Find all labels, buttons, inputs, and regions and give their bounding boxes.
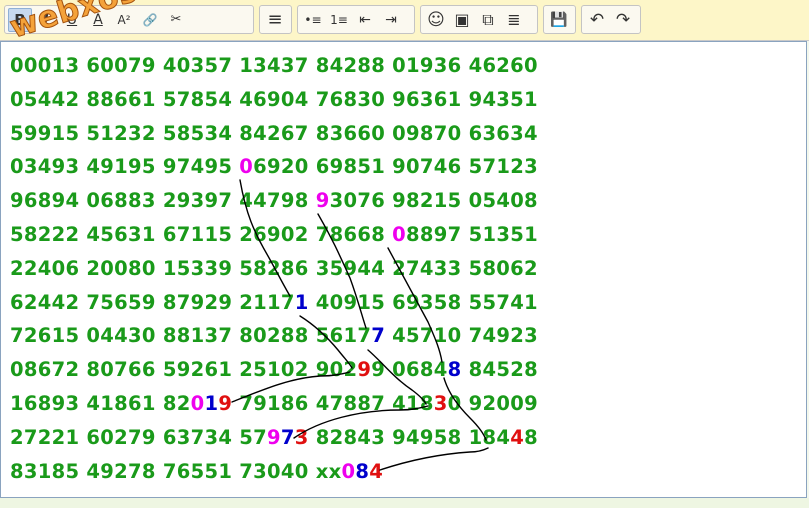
highlighted-digit: 3 [294, 425, 309, 449]
number-segment: 59915 51232 58534 84267 83660 09870 6363… [10, 121, 538, 145]
number-line: 62442 75659 87929 21171 40915 69358 5574… [10, 291, 538, 325]
bullet-list-icon[interactable]: •≡ [301, 8, 325, 32]
link-glyph: 🔗 [142, 12, 158, 27]
highlighted-digit: 8 [355, 459, 370, 483]
image-glyph: ▣ [454, 10, 470, 29]
numbered-list-icon[interactable]: 1≡ [327, 8, 351, 32]
number-segment: 45710 74923 [385, 324, 538, 348]
lists-group: •≡ 1≡ ⇤ ⇥ [297, 5, 415, 34]
number-segment: 40915 69358 55741 [308, 290, 538, 314]
highlighted-digit: 4 [510, 425, 525, 449]
smiley-icon[interactable]: ☺ [424, 8, 448, 32]
number-line: 59915 51232 58534 84267 83660 09870 6363… [10, 122, 538, 156]
save-group: 💾 [543, 5, 576, 34]
indent-glyph: ⇥ [385, 11, 397, 28]
number-segment: 9 0684 [371, 358, 448, 382]
highlighted-digit: 4 [369, 459, 384, 483]
highlighted-digit: 7 [280, 425, 295, 449]
number-line: 22406 20080 15339 58286 35944 27433 5806… [10, 257, 538, 291]
number-segment: 62442 75659 87929 2117 [10, 290, 295, 314]
number-line: 03493 49195 97495 06920 69851 90746 5712… [10, 155, 538, 189]
page-glyph: ≣ [507, 10, 521, 29]
number-segment: 00013 60079 40357 13437 84288 01936 4626… [10, 54, 538, 77]
outdent-glyph: ⇤ [359, 11, 371, 28]
highlighted-digit: 0 [239, 155, 254, 179]
outdent-icon[interactable]: ⇤ [353, 8, 377, 32]
highlighted-digit: 1 [204, 392, 219, 415]
align-left-icon[interactable]: ≡ [263, 8, 287, 32]
number-segment: 27221 60279 63734 57 [10, 425, 268, 449]
highlighted-digit: 3 [433, 392, 448, 415]
insert-group: ☺ ▣ ⧉ ≣ [420, 5, 538, 34]
gallery-glyph: ⧉ [482, 9, 494, 29]
number-segment: 0 92009 [447, 392, 538, 415]
unlink-glyph: ✂ [170, 12, 182, 27]
number-line: 05442 88661 57854 46904 76830 96361 9435… [10, 88, 538, 122]
page-icon[interactable]: ≣ [502, 8, 526, 32]
number-line: 27221 60279 63734 57973 82843 94958 1844… [10, 426, 538, 460]
number-segment: 16893 41861 82 [10, 392, 191, 415]
save-icon[interactable]: 💾 [547, 8, 571, 32]
number-segment: 72615 04430 88137 80288 5617 [10, 324, 372, 348]
align-group: ≡ [259, 5, 292, 34]
number-line: 72615 04430 88137 80288 56177 45710 7492… [10, 324, 538, 358]
image-icon[interactable]: ▣ [450, 8, 474, 32]
undo-glyph: ↶ [589, 9, 605, 30]
number-segment: 96894 06883 29397 44798 [10, 189, 316, 213]
number-line: 96894 06883 29397 44798 93076 98215 0540… [10, 189, 538, 223]
numbered-list-glyph: 1≡ [330, 12, 348, 27]
bullet-list-glyph: •≡ [304, 12, 322, 27]
highlighted-digit: 0 [190, 392, 205, 415]
number-line: 83185 49278 76551 73040 xx084 [10, 460, 383, 494]
highlighted-digit: 8 [447, 358, 462, 382]
highlighted-digit: 7 [371, 324, 386, 348]
align-left-glyph: ≡ [267, 9, 283, 30]
number-segment: 3076 98215 05408 [329, 189, 538, 213]
number-segment: 8897 51351 [406, 223, 538, 246]
highlighted-digit: 1 [294, 290, 309, 314]
history-group: ↶ ↷ [581, 5, 641, 34]
indent-icon[interactable]: ⇥ [379, 8, 403, 32]
redo-glyph: ↷ [615, 9, 631, 30]
number-segment: 82843 94958 184 [308, 425, 511, 449]
number-segment: 84528 [461, 358, 538, 382]
font-size-glyph: A² [117, 12, 131, 27]
number-line: 16893 41861 82019 79186 47887 41830 9200… [10, 392, 538, 426]
number-segment: 6920 69851 90746 57123 [253, 155, 538, 179]
save-glyph: 💾 [550, 11, 568, 28]
bottom-bar [0, 498, 809, 508]
number-segment: 08672 80766 59261 25102 902 [10, 358, 358, 382]
highlighted-digit: 9 [315, 189, 330, 213]
number-line: 00013 60079 40357 13437 84288 01936 4626… [10, 54, 538, 88]
smiley-glyph: ☺ [427, 9, 445, 30]
number-segment: 79186 47887 418 [232, 392, 434, 415]
highlighted-digit: 9 [267, 425, 281, 449]
highlighted-digit: 9 [357, 358, 372, 382]
highlighted-digit: 9 [218, 392, 233, 415]
gallery-icon[interactable]: ⧉ [476, 8, 500, 32]
number-segment: 03493 49195 97495 [10, 155, 240, 179]
highlighted-digit: 0 [392, 223, 407, 246]
number-segment: 83185 49278 76551 73040 xx [10, 459, 342, 483]
number-line: 08672 80766 59261 25102 90299 06848 8452… [10, 358, 538, 392]
link-icon[interactable]: 🔗 [138, 8, 162, 32]
number-segment: 8 [524, 425, 538, 449]
unlink-icon[interactable]: ✂ [164, 8, 188, 32]
number-segment: 05442 88661 57854 46904 76830 96361 9435… [10, 87, 538, 111]
number-line: 58222 45631 67115 26902 78668 08897 5135… [10, 223, 538, 257]
highlighted-digit: 0 [341, 459, 356, 483]
undo-icon[interactable]: ↶ [585, 8, 609, 32]
number-segment: 22406 20080 15339 58286 35944 27433 5806… [10, 256, 538, 280]
redo-icon[interactable]: ↷ [611, 8, 635, 32]
number-segment: 58222 45631 67115 26902 78668 [10, 223, 393, 246]
